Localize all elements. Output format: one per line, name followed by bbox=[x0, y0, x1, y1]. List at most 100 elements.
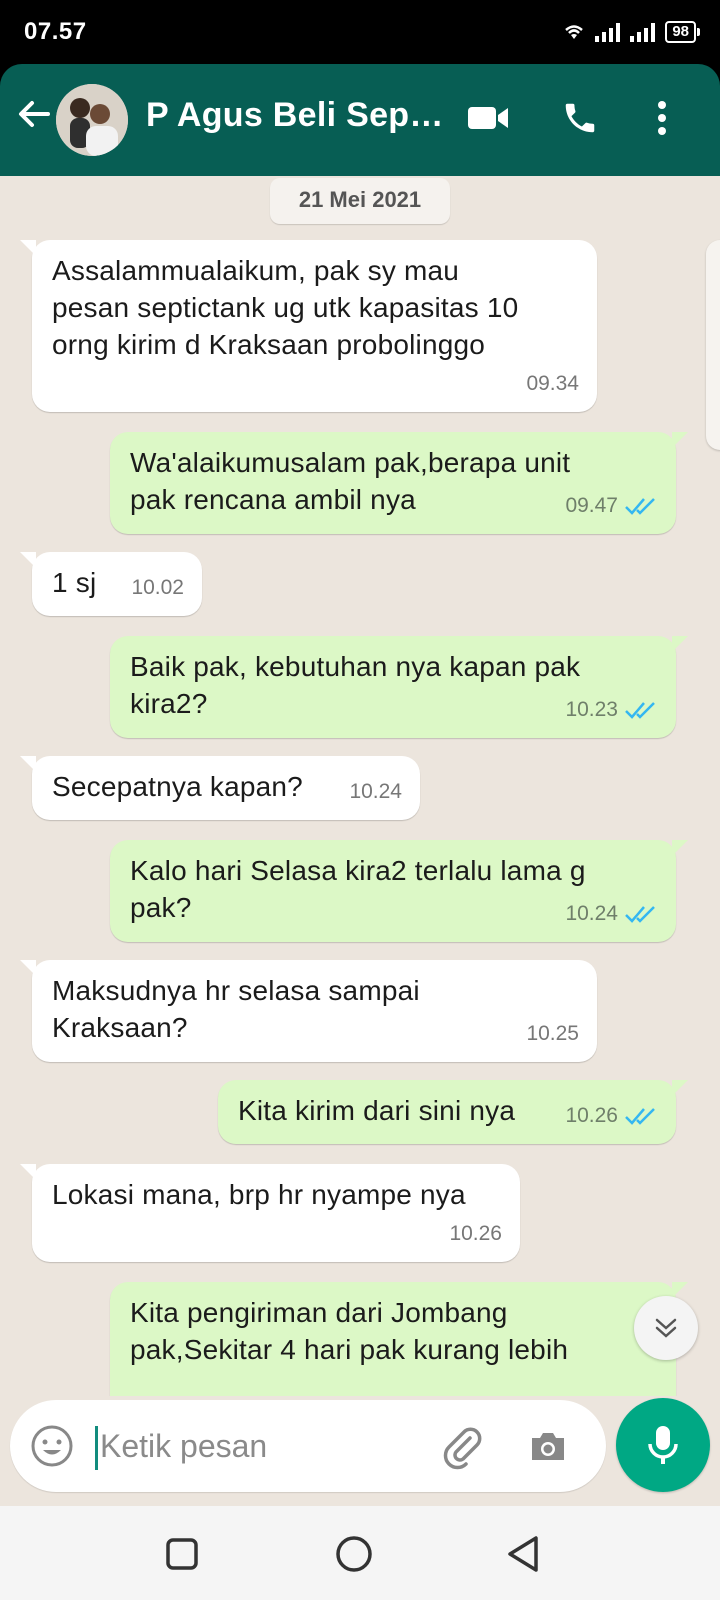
bubble-tail bbox=[672, 840, 688, 856]
message-text: Kita pengiriman dari Jombang pak,Sekitar… bbox=[130, 1294, 568, 1368]
paperclip-icon[interactable] bbox=[438, 1422, 486, 1470]
recents-square-icon[interactable] bbox=[158, 1530, 206, 1578]
bubble-tail bbox=[20, 552, 36, 568]
message-line: Kita pengiriman dari Jombang bbox=[130, 1297, 508, 1328]
message-meta: 10.26 bbox=[565, 1097, 658, 1134]
message-line: Secepatnya kapan? bbox=[52, 771, 303, 802]
message-line: Maksudnya hr selasa sampai bbox=[52, 975, 420, 1006]
message-text: Maksudnya hr selasa sampai Kraksaan? bbox=[52, 972, 420, 1046]
message-input-field[interactable]: Ketik pesan bbox=[10, 1400, 606, 1492]
emoji-icon[interactable] bbox=[28, 1422, 76, 1470]
chevron-double-down-icon bbox=[655, 1318, 677, 1338]
message-time: 10.26 bbox=[449, 1222, 502, 1245]
bubble-tail bbox=[20, 756, 36, 772]
message-outgoing[interactable]: Baik pak, kebutuhan nya kapan pak kira2?… bbox=[110, 636, 688, 738]
message-line: Kalo hari Selasa kira2 terlalu lama g bbox=[130, 855, 586, 886]
scroll-to-bottom-button[interactable] bbox=[634, 1296, 698, 1360]
message-meta: 09.34 bbox=[526, 365, 579, 402]
message-time: 10.24 bbox=[565, 902, 618, 925]
message-input-placeholder[interactable]: Ketik pesan bbox=[100, 1428, 267, 1465]
status-time: 07.57 bbox=[24, 18, 87, 45]
message-meta: 09.47 bbox=[565, 487, 658, 524]
message-line: pak? bbox=[130, 892, 192, 923]
side-panel-edge[interactable] bbox=[706, 240, 720, 450]
message-meta: 10.24 bbox=[349, 773, 402, 810]
message-line: Kita kirim dari sini nya bbox=[238, 1095, 516, 1126]
back-arrow-icon[interactable] bbox=[14, 94, 54, 134]
mic-icon bbox=[648, 1426, 678, 1464]
message-meta: 10.23 bbox=[565, 691, 658, 728]
bubble-tail bbox=[20, 960, 36, 976]
wifi-icon bbox=[565, 25, 584, 39]
back-triangle-icon[interactable] bbox=[500, 1530, 548, 1578]
message-line: Kraksaan? bbox=[52, 1012, 188, 1043]
signal-icon-2 bbox=[630, 22, 656, 42]
message-incoming[interactable]: 1 sj 10.02 bbox=[20, 552, 202, 616]
message-time: 09.34 bbox=[526, 372, 579, 395]
phone-icon[interactable] bbox=[554, 92, 606, 144]
message-time: 10.24 bbox=[349, 780, 402, 803]
message-line: Lokasi mana, brp hr nyampe nya bbox=[52, 1179, 466, 1210]
message-line: pesan septictank ug utk kapasitas 10 bbox=[52, 292, 519, 323]
message-incoming[interactable]: Lokasi mana, brp hr nyampe nya 10.26 bbox=[20, 1164, 520, 1262]
message-meta: 10.02 bbox=[131, 569, 184, 606]
contact-name[interactable]: P Agus Beli Septi... bbox=[146, 96, 448, 135]
text-cursor bbox=[95, 1426, 98, 1470]
contact-avatar[interactable] bbox=[56, 84, 128, 156]
message-meta: 10.26 bbox=[449, 1215, 502, 1252]
message-outgoing[interactable]: Kalo hari Selasa kira2 terlalu lama g pa… bbox=[110, 840, 688, 942]
message-time: 10.25 bbox=[526, 1022, 579, 1045]
bubble-tail bbox=[20, 1164, 36, 1180]
bubble-tail bbox=[672, 1080, 688, 1096]
message-line: pak rencana ambil nya bbox=[130, 484, 416, 515]
bubble-tail bbox=[20, 240, 36, 256]
message-outgoing[interactable]: Kita kirim dari sini nya 10.26 bbox=[218, 1080, 688, 1144]
message-line: Wa'alaikumusalam pak,berapa unit bbox=[130, 447, 571, 478]
message-text: Assalammualaikum, pak sy mau pesan septi… bbox=[52, 252, 518, 363]
chat-area[interactable]: 21 Mei 2021 Assalammualaikum, pak sy mau… bbox=[0, 176, 720, 1396]
message-meta: 10.25 bbox=[526, 1015, 579, 1052]
message-line: kira2? bbox=[130, 688, 208, 719]
message-text: Kalo hari Selasa kira2 terlalu lama g pa… bbox=[130, 852, 586, 926]
double-check-icon bbox=[625, 1107, 655, 1125]
message-text: Baik pak, kebutuhan nya kapan pak kira2? bbox=[130, 648, 580, 722]
message-outgoing[interactable]: Wa'alaikumusalam pak,berapa unit pak ren… bbox=[110, 432, 688, 534]
message-text: 1 sj bbox=[52, 564, 96, 601]
status-icons: 98 bbox=[563, 20, 700, 44]
message-meta: 10.24 bbox=[565, 895, 658, 932]
status-bar: 07.57 98 bbox=[0, 0, 720, 64]
message-line: Assalammualaikum, pak sy mau bbox=[52, 255, 460, 286]
message-text: Kita kirim dari sini nya bbox=[238, 1092, 515, 1129]
double-check-icon bbox=[625, 701, 655, 719]
message-line: Baik pak, kebutuhan nya kapan pak bbox=[130, 651, 581, 682]
battery-indicator: 98 bbox=[665, 21, 700, 43]
message-incoming[interactable]: Assalammualaikum, pak sy mau pesan septi… bbox=[20, 240, 597, 412]
message-time: 09.47 bbox=[565, 494, 618, 517]
message-line: orng kirim d Kraksaan probolinggo bbox=[52, 329, 486, 360]
mic-button[interactable] bbox=[616, 1398, 710, 1492]
double-check-icon bbox=[625, 497, 655, 515]
message-line: 1 sj bbox=[52, 567, 97, 598]
date-chip: 21 Mei 2021 bbox=[270, 178, 450, 224]
message-time: 10.26 bbox=[565, 1104, 618, 1127]
message-incoming[interactable]: Secepatnya kapan? 10.24 bbox=[20, 756, 420, 820]
bubble-tail bbox=[672, 432, 688, 448]
message-outgoing[interactable]: Kita pengiriman dari Jombang pak,Sekitar… bbox=[110, 1282, 688, 1396]
message-text: Lokasi mana, brp hr nyampe nya bbox=[52, 1176, 466, 1213]
signal-icon bbox=[595, 22, 621, 42]
camera-icon[interactable] bbox=[524, 1422, 572, 1470]
message-time: 10.02 bbox=[131, 576, 184, 599]
double-check-icon bbox=[625, 905, 655, 923]
video-call-icon[interactable] bbox=[462, 92, 514, 144]
message-text: Secepatnya kapan? bbox=[52, 768, 303, 805]
more-vert-icon[interactable] bbox=[636, 92, 688, 144]
message-composer: Ketik pesan bbox=[0, 1396, 720, 1506]
message-line: pak,Sekitar 4 hari pak kurang lebih bbox=[130, 1334, 569, 1365]
bubble-tail bbox=[672, 636, 688, 652]
message-incoming[interactable]: Maksudnya hr selasa sampai Kraksaan? 10.… bbox=[20, 960, 597, 1062]
home-circle-icon[interactable] bbox=[330, 1530, 378, 1578]
bubble-tail bbox=[672, 1282, 688, 1298]
message-text: Wa'alaikumusalam pak,berapa unit pak ren… bbox=[130, 444, 570, 518]
message-time: 10.23 bbox=[565, 698, 618, 721]
system-nav-bar bbox=[0, 1506, 720, 1600]
